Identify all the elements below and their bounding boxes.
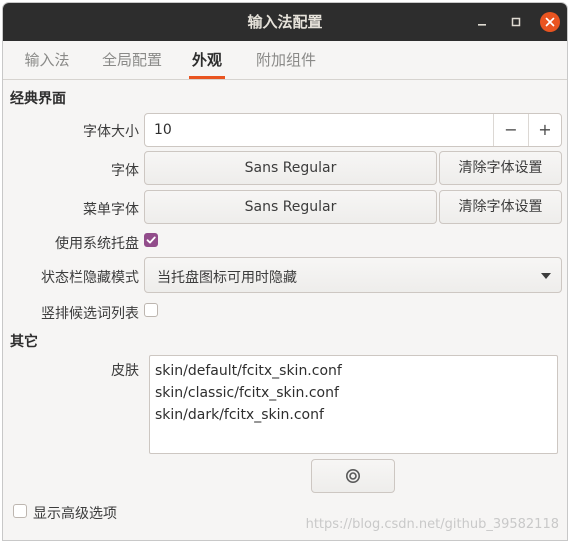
section-other: 其它: [10, 334, 38, 350]
menu-font-chooser-button[interactable]: Sans Regular: [144, 190, 437, 224]
vertical-candidates-label: 竖排候选词列表: [41, 306, 139, 322]
statusbar-hide-value: 当托盘图标可用时隐藏: [157, 270, 297, 286]
minimize-button[interactable]: [472, 12, 492, 32]
minimize-icon: [478, 24, 486, 26]
config-window: 输入法配置 输入法 全局配置 外观 附加组件 经典界面 字体大小 10 − + …: [2, 2, 568, 541]
skin-label: 皮肤: [111, 363, 139, 379]
show-advanced-label: 显示高级选项: [33, 506, 117, 522]
tab-appearance[interactable]: 外观: [189, 41, 225, 79]
clear-font-button[interactable]: 清除字体设置: [439, 151, 562, 185]
titlebar[interactable]: 输入法配置: [3, 3, 567, 41]
system-tray-checkbox[interactable]: [144, 233, 158, 247]
close-button[interactable]: [540, 12, 560, 32]
font-size-increment-button[interactable]: +: [529, 114, 561, 146]
list-item[interactable]: skin/classic/fcitx_skin.conf: [155, 382, 339, 404]
skin-list: skin/default/fcitx_skin.conf skin/classi…: [149, 355, 558, 454]
tab-addons[interactable]: 附加组件: [254, 41, 318, 79]
section-classic-ui: 经典界面: [10, 91, 66, 107]
font-size-input[interactable]: 10: [154, 122, 172, 138]
tab-global-config[interactable]: 全局配置: [100, 41, 164, 79]
list-item[interactable]: skin/dark/fcitx_skin.conf: [155, 404, 324, 426]
list-item[interactable]: skin/default/fcitx_skin.conf: [155, 360, 342, 382]
vertical-candidates-checkbox[interactable]: [144, 303, 158, 317]
dropdown-arrow-icon: [541, 273, 551, 279]
font-chooser-button[interactable]: Sans Regular: [144, 151, 437, 185]
maximize-button[interactable]: [506, 12, 526, 32]
menu-font-label: 菜单字体: [83, 202, 139, 218]
gear-icon: [346, 469, 360, 483]
statusbar-hide-select[interactable]: 当托盘图标可用时隐藏: [144, 257, 562, 293]
clear-menu-font-button[interactable]: 清除字体设置: [439, 190, 562, 224]
tab-input-method[interactable]: 输入法: [23, 41, 71, 79]
maximize-icon: [511, 17, 521, 27]
font-size-decrement-button[interactable]: −: [494, 114, 528, 146]
check-icon: [146, 236, 156, 244]
skin-configure-button[interactable]: [311, 459, 395, 493]
system-tray-label: 使用系统托盘: [55, 236, 139, 252]
show-advanced-checkbox[interactable]: [13, 504, 27, 518]
watermark-text: https://blog.csdn.net/github_39582118: [305, 517, 559, 532]
font-size-label: 字体大小: [83, 124, 139, 140]
font-label: 字体: [111, 163, 139, 179]
font-size-spinbutton: 10 − +: [144, 113, 562, 147]
statusbar-hide-label: 状态栏隐藏模式: [41, 270, 139, 286]
tab-bar: 输入法 全局配置 外观 附加组件: [3, 41, 567, 80]
close-icon: [545, 17, 555, 27]
